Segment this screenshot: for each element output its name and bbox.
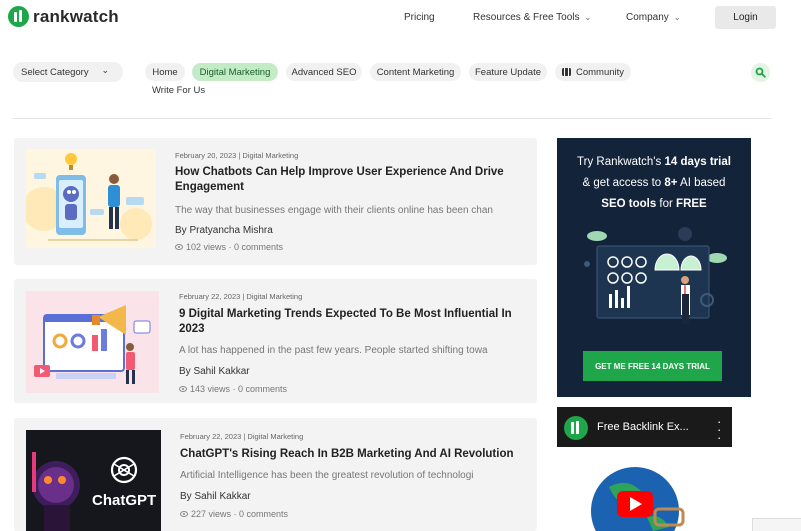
category-select-label: Select Category [21, 66, 89, 78]
article-title[interactable]: ChatGPT's Rising Reach In B2B Marketing … [180, 447, 520, 462]
chevron-down-icon: ⌄ [101, 65, 109, 75]
nav-company[interactable]: Company ⌄ [626, 12, 681, 23]
article-excerpt: The way that businesses engage with thei… [175, 205, 493, 216]
article-title[interactable]: 9 Digital Marketing Trends Expected To B… [179, 307, 519, 337]
community-icon [561, 68, 571, 76]
nav-resources-label: Resources & Free Tools [473, 12, 580, 23]
article-title-line: Engagement [175, 181, 245, 193]
search-button[interactable] [751, 63, 770, 82]
article-date: February 22, 2023 | Digital Marketing [180, 432, 304, 441]
article-title-line: How Chatbots Can Help Improve User Exper… [175, 166, 504, 178]
article-card[interactable]: February 22, 2023 | Digital Marketing 9 … [14, 279, 537, 403]
eye-icon [175, 244, 183, 250]
promo-line-3-text: for [656, 198, 677, 210]
chevron-down-icon: ⌄ [673, 13, 681, 22]
more-options-icon[interactable]: · · · [717, 415, 721, 444]
article-stats: 143 views · 0 comments [179, 384, 287, 394]
article-card[interactable]: February 20, 2023 | Digital Marketing Ho… [14, 138, 537, 265]
article-date: February 22, 2023 | Digital Marketing [179, 292, 303, 301]
article-stats-text: 102 views · 0 comments [186, 242, 284, 252]
eye-icon [180, 511, 188, 517]
brand-name: rankwatch [33, 6, 119, 26]
article-stats: 102 views · 0 comments [175, 242, 283, 252]
chip-content-marketing[interactable]: Content Marketing [370, 63, 461, 81]
article-stats-text: 227 views · 0 comments [191, 509, 289, 519]
article-stats-text: 143 views · 0 comments [190, 384, 288, 394]
nav-pricing[interactable]: Pricing [404, 12, 435, 23]
promo-line-2-text: & get access to [582, 177, 665, 189]
article-excerpt: A lot has happened in the past few years… [179, 345, 488, 356]
article-title-line: 2023 [179, 323, 205, 335]
article-excerpt: Artificial Intelligence has been the gre… [180, 470, 474, 481]
promo-line-1: Try Rankwatch's 14 days trial [557, 156, 751, 168]
section-divider [13, 118, 771, 119]
chip-feature-update[interactable]: Feature Update [469, 63, 547, 81]
login-button[interactable]: Login [715, 6, 776, 29]
seo-dashboard-illustration [584, 227, 727, 324]
video-thumbnail [591, 467, 685, 531]
article-title[interactable]: How Chatbots Can Help Improve User Exper… [175, 165, 515, 195]
promo-line-3-bold2: FREE [676, 198, 707, 210]
nav-company-label: Company [626, 12, 669, 23]
promo-line-3-bold: SEO tools [601, 198, 657, 210]
promo-line-3: SEO tools for FREE [557, 198, 751, 210]
promo-line-1-bold: 14 days trial [664, 156, 731, 168]
chevron-down-icon: ⌄ [584, 13, 592, 22]
brand-logo[interactable]: rankwatch [8, 6, 119, 27]
rankwatch-logo-icon [8, 6, 29, 27]
article-stats: 227 views · 0 comments [180, 509, 288, 519]
eye-icon [179, 386, 187, 392]
article-thumbnail[interactable] [26, 291, 159, 393]
free-trial-cta-button[interactable]: GET ME FREE 14 DAYS TRIAL [583, 351, 722, 381]
promo-line-2: & get access to 8+ AI based [557, 177, 751, 189]
chip-community[interactable]: Community [555, 63, 631, 81]
article-author[interactable]: By Sahil Kakkar [180, 491, 251, 502]
video-title[interactable]: Free Backlink Ex... [597, 421, 689, 433]
article-author[interactable]: By Pratyancha Mishra [175, 225, 273, 236]
channel-avatar-icon[interactable] [564, 416, 588, 440]
article-date: February 20, 2023 | Digital Marketing [175, 151, 299, 160]
digital-marketing-illustration [34, 305, 151, 384]
promo-line-1-text: Try Rankwatch's [577, 156, 665, 168]
chatbot-illustration [26, 153, 152, 241]
promo-line-2-bold: 8+ [664, 177, 678, 189]
article-card[interactable]: ChatGPT February 22, 2023 | Digital Mark… [14, 418, 537, 531]
recaptcha-badge[interactable] [752, 518, 801, 531]
chip-advanced-seo[interactable]: Advanced SEO [286, 63, 362, 81]
nav-resources[interactable]: Resources & Free Tools ⌄ [473, 12, 591, 23]
chip-home[interactable]: Home [145, 63, 185, 81]
article-title-line: 9 Digital Marketing Trends Expected To B… [179, 308, 512, 320]
promo-line-2-post: AI based [677, 177, 726, 189]
youtube-video-embed[interactable]: Free Backlink Ex... · · · [557, 407, 732, 531]
search-icon [755, 67, 766, 78]
chatgpt-illustration [32, 452, 138, 531]
thumbnail-caption: ChatGPT [92, 492, 157, 509]
article-thumbnail[interactable] [26, 149, 156, 248]
article-thumbnail[interactable]: ChatGPT [26, 430, 161, 531]
top-navigation: rankwatch Pricing Resources & Free Tools… [0, 0, 801, 40]
chip-digital-marketing[interactable]: Digital Marketing [192, 63, 278, 81]
trial-promo-banner[interactable]: Try Rankwatch's 14 days trial & get acce… [557, 138, 751, 397]
article-author[interactable]: By Sahil Kakkar [179, 366, 250, 377]
chip-community-label: Community [575, 66, 625, 78]
category-select[interactable]: Select Category ⌄ [13, 62, 123, 82]
chip-write-for-us[interactable]: Write For Us [152, 85, 205, 96]
